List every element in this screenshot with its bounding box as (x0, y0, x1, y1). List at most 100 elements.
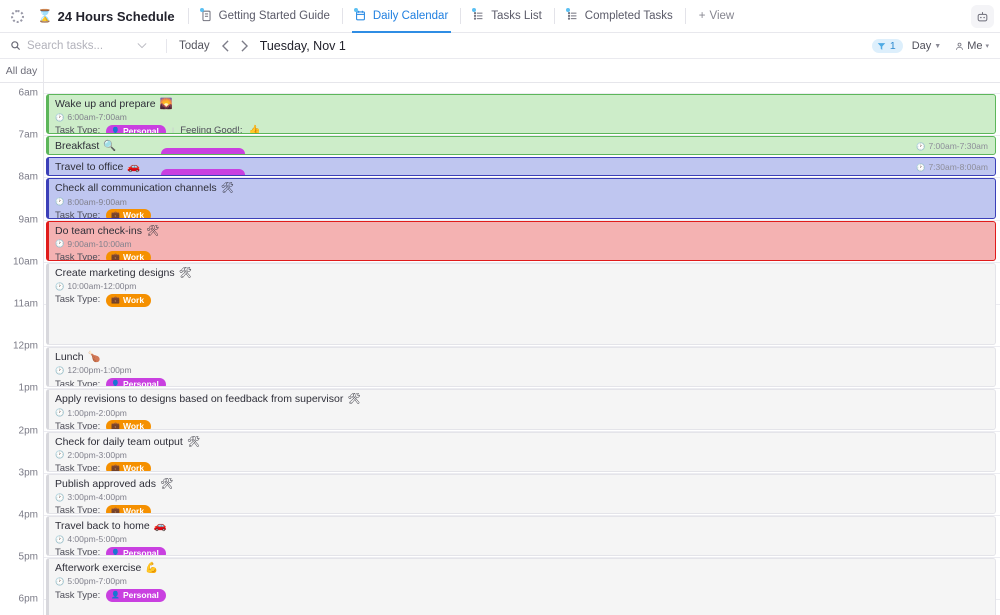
event-time: 1:00pm-2:00pm (67, 407, 127, 418)
search-input[interactable] (27, 39, 131, 52)
event-meta-row: Task Type: 💼 Work (55, 462, 990, 471)
task-type-tag[interactable]: 👤 Personal (106, 124, 166, 134)
calendar-event[interactable]: Lunch 🍗 🕐 12:00pm-1:00pm Task Type: 👤 Personal (46, 347, 996, 388)
loading-spinner-icon[interactable] (6, 5, 28, 27)
briefcase-icon: 💼 (111, 212, 120, 219)
calendar-event[interactable]: Create marketing designs 🛠 🕐 10:00am-12:00p… (46, 262, 996, 346)
calendar-event-area[interactable]: Wake up and prepare 🌄 🕐 6:00am-7:00am Task T… (44, 83, 1000, 615)
tag-label: Personal (122, 589, 159, 600)
tab-completed-tasks[interactable]: Completed Tasks (562, 0, 678, 33)
event-title: Breakfast (55, 140, 100, 153)
task-type-tag[interactable]: 💼 Work (106, 293, 152, 307)
task-type-tag[interactable]: 👤 Personal (106, 588, 166, 602)
toolbar-right-group: 1 Day ▼ Me ▾ (871, 33, 994, 59)
calendar-toolbar: Today Tuesday, Nov 1 1 Day ▼ (0, 33, 1000, 59)
task-type-label: Task Type: (55, 378, 101, 388)
tab-label: Completed Tasks (584, 10, 673, 22)
calendar-event[interactable]: Apply revisions to designs based on feed… (46, 389, 996, 430)
event-time-row: 🕐 1:00pm-2:00pm (55, 408, 990, 419)
calendar-event[interactable]: Publish approved ads 🛠 🕐 3:00pm-4:00pm Task … (46, 473, 996, 514)
add-view-label: View (709, 10, 735, 22)
event-time-row: 🕐 12:00pm-1:00pm (55, 365, 990, 376)
divider (553, 8, 555, 24)
task-type-tag[interactable]: 💼 Work (106, 420, 152, 430)
clock-icon: 🕐 (55, 492, 65, 502)
filter-icon (877, 42, 886, 51)
event-time: 9:00am-10:00am (67, 238, 132, 249)
event-time-row: 🕐 4:00pm-5:00pm (55, 534, 990, 545)
event-title: Check all communication channels (55, 182, 217, 195)
calendar-event[interactable]: Breakfast 🔍 🕐 7:00am-7:30am (46, 136, 996, 156)
hour-label: 3pm (18, 467, 38, 479)
clock-icon: 🕐 (55, 197, 65, 207)
tab-getting-started-guide[interactable]: Getting Started Guide (196, 0, 335, 33)
event-time-row: 🕐 10:00am-12:00pm (55, 281, 990, 292)
view-mode-selector[interactable]: Day ▼ (907, 38, 947, 54)
filter-button[interactable]: 1 (871, 39, 903, 53)
divider (187, 8, 189, 24)
briefcase-icon: 💼 (111, 423, 120, 430)
briefcase-icon: 💼 (111, 465, 120, 472)
event-time: 10:00am-12:00pm (67, 280, 137, 291)
task-type-tag[interactable]: 💼 Work (106, 209, 152, 219)
event-meta-row: Task Type: 💼 Work (55, 251, 990, 260)
event-emoji-icon: 🛠 (220, 182, 235, 195)
person-icon: 👤 (111, 591, 120, 599)
tab-daily-calendar[interactable]: Daily Calendar (350, 0, 453, 33)
event-time: 5:00pm-7:00pm (67, 576, 127, 587)
all-day-dropzone[interactable] (44, 59, 1000, 82)
event-range-label: 🕐 7:00am-7:30am (916, 141, 988, 152)
task-type-tag[interactable]: 👤 Personal (106, 377, 166, 388)
calendar-event[interactable]: Travel back to home 🚗 🕐 4:00pm-5:00pm Task T… (46, 516, 996, 557)
event-emoji-icon: 🛠 (347, 393, 361, 406)
page-title[interactable]: ⌛ 24 Hours Schedule (34, 6, 181, 27)
tag-label: Personal (122, 378, 159, 388)
tab-status-dot (353, 8, 358, 12)
task-type-tag[interactable]: 💼 Work (106, 251, 152, 260)
hour-label: 7am (18, 129, 38, 141)
tab-tasks-list[interactable]: Tasks List (468, 0, 547, 33)
calendar-event[interactable]: Travel to office 🚗 🕐 7:30am-8:00am (46, 157, 996, 177)
hour-label: 6pm (18, 593, 38, 605)
search-box[interactable] (0, 39, 160, 52)
event-emoji-icon: 🔍 (103, 140, 117, 153)
event-time-row: 🕐 9:00am-10:00am (55, 239, 990, 250)
event-time-row: 🕐 2:00pm-3:00pm (55, 450, 990, 461)
clock-icon: 🕐 (55, 281, 65, 291)
person-icon (955, 42, 964, 51)
chevron-down-icon[interactable] (137, 42, 147, 49)
today-button[interactable]: Today (173, 38, 216, 54)
top-bar: ⌛ 24 Hours Schedule Getting Started Guid… (0, 0, 1000, 33)
clock-icon: 🕐 (55, 576, 65, 586)
clipped-task-type-tag (161, 148, 245, 155)
next-day-button[interactable] (235, 39, 254, 53)
clipped-task-type-tag (161, 169, 245, 176)
calendar-event[interactable]: Do team check-ins 🛠 🕐 9:00am-10:00am Task Ty… (46, 220, 996, 261)
assignee-filter[interactable]: Me ▾ (950, 38, 994, 54)
calendar-event[interactable]: Check for daily team output 🛠 🕐 2:00pm-3:00… (46, 431, 996, 472)
add-view-button[interactable]: + View (693, 7, 740, 25)
doc-icon (199, 8, 214, 23)
clock-icon: 🕐 (55, 450, 65, 460)
briefcase-icon: 💼 (111, 507, 120, 514)
event-time: 3:00pm-4:00pm (67, 491, 127, 502)
task-type-tag[interactable]: 💼 Work (106, 504, 152, 514)
event-title-row: Check for daily team output 🛠 (55, 436, 990, 449)
calendar-event[interactable]: Wake up and prepare 🌄 🕐 6:00am-7:00am Task T… (46, 94, 996, 135)
tag-label: Work (122, 505, 145, 514)
event-title: Travel back to home (55, 520, 150, 532)
calendar-event[interactable]: Check all communication channels 🛠 🕐 8:00am… (46, 178, 996, 219)
robot-icon[interactable] (971, 5, 994, 28)
divider: | (171, 125, 175, 135)
event-title-row: Publish approved ads 🛠 (55, 478, 990, 491)
event-time: 4:00pm-5:00pm (67, 534, 127, 545)
prev-day-button[interactable] (216, 39, 235, 53)
calendar-event[interactable]: Afterwork exercise 💪 🕐 5:00pm-7:00pm Task Ty… (46, 558, 996, 615)
hour-label: 10am (12, 256, 38, 268)
task-type-tag[interactable]: 👤 Personal (106, 546, 166, 556)
task-type-tag[interactable]: 💼 Work (106, 462, 152, 472)
event-range-label: 🕐 7:30am-8:00am (916, 162, 988, 173)
tag-label: Work (122, 421, 145, 430)
current-date-label: Tuesday, Nov 1 (259, 38, 346, 53)
divider (684, 8, 686, 24)
